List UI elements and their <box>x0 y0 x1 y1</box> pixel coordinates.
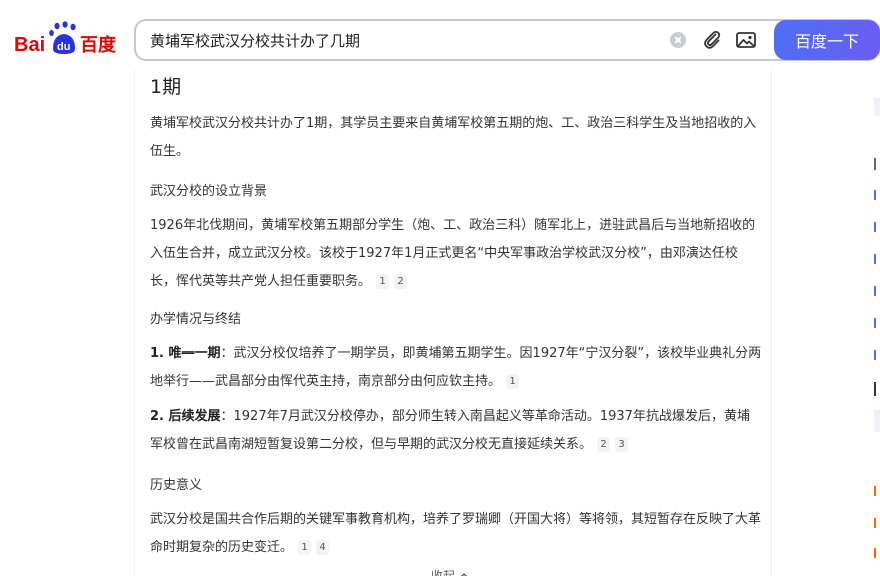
baidu-logo-graphic: Bai du 百度 <box>14 21 117 56</box>
search-box: 百度一下 <box>134 19 880 61</box>
sidebar-fragment <box>874 158 880 170</box>
list-item-label: 1. 唯一一期 <box>150 346 221 361</box>
baidu-logo[interactable]: Bai du 百度 <box>14 21 118 57</box>
citation-badge[interactable]: 3 <box>615 437 629 452</box>
list-item-text: ：1927年7月武汉分校停办，部分师生转入南昌起义等革命活动。1937年抗战爆发… <box>150 409 750 452</box>
citation-badge[interactable]: 2 <box>597 437 611 452</box>
section-heading-background: 武汉分校的设立背景 <box>150 184 268 199</box>
sidebar-fragment <box>874 518 880 528</box>
list-item-label: 2. 后续发展 <box>150 409 221 424</box>
sidebar-fragment <box>874 410 880 432</box>
logo-text-bai: Bai <box>14 34 45 56</box>
citation-badge[interactable]: 1 <box>376 274 390 289</box>
image-search-icon[interactable] <box>734 28 758 52</box>
sidebar-fragment <box>874 190 880 200</box>
list-item: 1. 唯一一期：武汉分校仅培养了一期学员，即黄埔第五期学生。因1927年“宁汉分… <box>150 340 762 396</box>
section-significance-text: 武汉分校是国共合作后期的关键军事教育机构，培养了罗瑞卿（开国大将）等将领，其短暂… <box>150 512 762 555</box>
sidebar-fragment <box>874 254 880 264</box>
section-significance-body: 武汉分校是国共合作后期的关键军事教育机构，培养了罗瑞卿（开国大将）等将领，其短暂… <box>150 506 762 562</box>
answer-title: 1期 <box>150 76 182 98</box>
answer-card: 1期 黄埔军校武汉分校共计办了1期，其学员主要来自黄埔军校第五期的炮、工、政治三… <box>134 62 772 576</box>
list-item-text: ：武汉分校仅培养了一期学员，即黄埔第五期学生。因1927年“宁汉分裂”，该校毕业… <box>150 346 762 389</box>
citation-badge[interactable]: 4 <box>316 540 330 555</box>
sidebar-fragment <box>874 350 880 360</box>
logo-text-du: du <box>57 41 70 53</box>
section-heading-significance: 历史意义 <box>150 478 203 493</box>
attachment-icon[interactable] <box>700 28 724 52</box>
chevron-up-icon <box>459 569 469 576</box>
sidebar-fragment <box>874 318 880 328</box>
search-input[interactable] <box>150 21 650 59</box>
citation-badge[interactable]: 1 <box>298 540 312 555</box>
header: Bai du 百度 百度一下 <box>0 0 880 70</box>
sidebar-fragment <box>874 382 880 396</box>
answer-summary: 黄埔军校武汉分校共计办了1期，其学员主要来自黄埔军校第五期的炮、工、政治三科学生… <box>150 110 762 166</box>
clear-icon[interactable] <box>670 32 686 48</box>
sidebar-fragment <box>874 98 880 116</box>
collapse-button[interactable]: 收起 <box>431 567 469 576</box>
answer-summary-text: 黄埔军校武汉分校共计办了1期，其学员主要来自黄埔军校第五期的炮、工、政治三科学生… <box>150 116 757 159</box>
sidebar-fragment <box>874 286 880 296</box>
citation-badge[interactable]: 1 <box>506 374 520 389</box>
section-background-body: 1926年北伐期间，黄埔军校第五期部分学生（炮、工、政治三科）随军北上，进驻武昌… <box>150 212 762 296</box>
citation-badge[interactable]: 2 <box>394 274 408 289</box>
collapse-label: 收起 <box>431 569 456 576</box>
section-heading-operations: 办学情况与终结 <box>150 312 242 327</box>
list-item: 2. 后续发展：1927年7月武汉分校停办，部分师生转入南昌起义等革命活动。19… <box>150 403 762 459</box>
sidebar-fragment <box>874 222 880 232</box>
search-submit-button[interactable]: 百度一下 <box>774 20 880 60</box>
sidebar-fragment <box>874 548 880 558</box>
section-background-text: 1926年北伐期间，黄埔军校第五期部分学生（炮、工、政治三科）随军北上，进驻武昌… <box>150 218 756 289</box>
sidebar-fragment <box>874 486 880 496</box>
logo-text-baidu-cn: 百度 <box>80 34 117 56</box>
